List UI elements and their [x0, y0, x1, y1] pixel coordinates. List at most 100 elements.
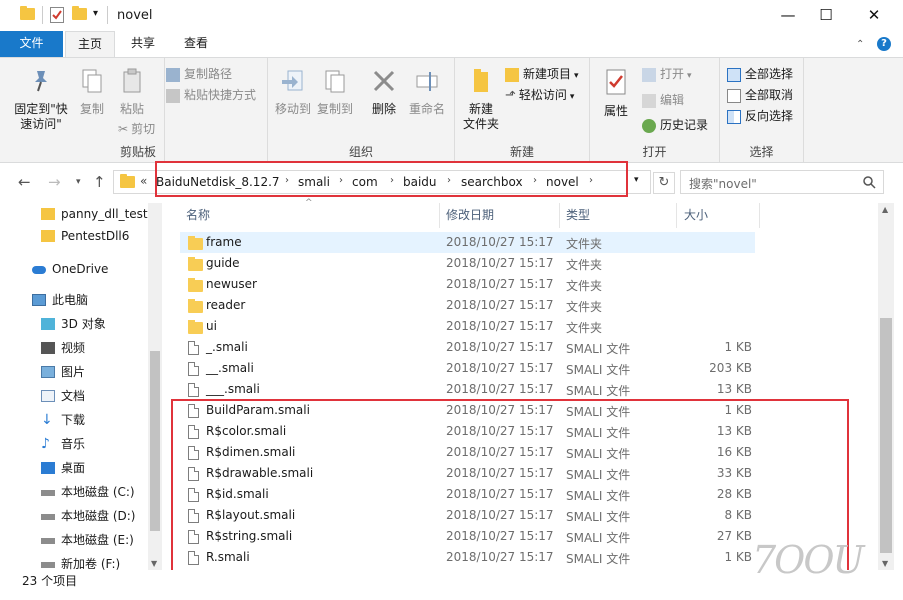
navigation-pane: panny_dll_test PentestDll6 OneDrive 此电脑 … — [0, 203, 163, 571]
history-button[interactable]: 历史记录 — [642, 115, 708, 135]
column-header-name[interactable]: 名称 — [186, 203, 210, 228]
file-list-scrollbar[interactable]: ▲ ▼ — [878, 203, 894, 570]
column-divider[interactable] — [439, 203, 440, 228]
close-button[interactable]: ✕ — [851, 0, 897, 31]
column-header-date[interactable]: 修改日期 — [446, 203, 494, 228]
nav-item-label: PentestDll6 — [61, 229, 130, 243]
file-row[interactable]: guide 2018/10/27 15:17 文件夹 — [180, 253, 755, 274]
move-to-label: 移动到 — [274, 102, 311, 116]
scroll-down-icon[interactable]: ▼ — [151, 559, 157, 568]
nav-item-label: 本地磁盘 (E:) — [61, 533, 134, 547]
clipboard-group-label: 剪贴板 — [119, 145, 156, 159]
file-row[interactable]: ___.smali 2018/10/27 15:17 SMALI 文件 13 KB — [180, 379, 755, 400]
invert-selection-button[interactable]: 反向选择 — [727, 106, 793, 126]
easy-access-button[interactable]: ⬏ 轻松访问 ▾ — [505, 85, 574, 105]
dropdown-icon: ▾ — [687, 71, 692, 81]
dropdown-icon: ▾ — [574, 71, 579, 81]
column-divider[interactable] — [759, 203, 760, 228]
tab-view[interactable]: 查看 — [171, 31, 221, 57]
invert-selection-icon — [727, 109, 741, 124]
new-folder-quick-icon[interactable] — [72, 6, 87, 20]
new-item-label: 新建项目 — [523, 67, 572, 81]
file-type: SMALI 文件 — [566, 363, 631, 377]
properties-quick-icon[interactable] — [50, 7, 64, 23]
drive-icon — [41, 562, 55, 568]
file-row[interactable]: newuser 2018/10/27 15:17 文件夹 — [180, 274, 755, 295]
address-dropdown-icon[interactable]: ▾ — [634, 175, 639, 185]
select-all-icon — [727, 67, 741, 82]
search-input[interactable]: 搜索"novel" — [680, 170, 884, 194]
maximize-button[interactable]: ☐ — [803, 0, 849, 31]
column-divider[interactable] — [676, 203, 677, 228]
properties-button[interactable]: 属性 — [594, 68, 638, 119]
rename-button[interactable]: 重命名 — [406, 68, 448, 117]
copy-to-label: 复制到 — [316, 102, 353, 116]
file-icon — [188, 383, 199, 397]
file-date: 2018/10/27 15:17 — [446, 361, 554, 375]
select-all-label: 全部选择 — [745, 67, 794, 81]
refresh-button[interactable]: ↻ — [653, 172, 675, 194]
open-group-label: 打开 — [642, 145, 667, 159]
tab-file[interactable]: 文件 — [0, 31, 63, 57]
customize-quick-access-icon[interactable]: ▾ — [93, 8, 98, 19]
delete-label: 删除 — [371, 102, 396, 116]
collapse-ribbon-icon[interactable]: ⌃ — [856, 39, 864, 50]
forward-button[interactable]: → — [48, 173, 61, 191]
picture-icon — [41, 366, 55, 378]
title-bar: ▾ novel — ☐ ✕ — [0, 0, 903, 31]
up-button[interactable]: ↑ — [93, 173, 106, 191]
folder-icon — [188, 278, 203, 292]
tab-home[interactable]: 主页 — [65, 31, 115, 58]
open-button[interactable]: 打开 ▾ — [642, 64, 692, 84]
edit-icon — [642, 93, 656, 108]
tab-share[interactable]: 共享 — [118, 31, 168, 57]
folder-icon — [41, 208, 55, 220]
move-to-button[interactable]: 移动到 — [274, 68, 312, 117]
select-none-button[interactable]: 全部取消 — [727, 85, 793, 105]
document-icon — [41, 390, 55, 402]
nav-item-label: 本地磁盘 (C:) — [61, 485, 135, 499]
column-header-type[interactable]: 类型 — [566, 203, 590, 228]
nav-item-label: 桌面 — [61, 461, 86, 475]
folder-icon — [188, 320, 203, 334]
file-scroll-thumb[interactable] — [880, 318, 892, 553]
copy-to-icon — [325, 70, 345, 93]
recent-locations-icon[interactable]: ▾ — [76, 177, 81, 187]
edit-button[interactable]: 编辑 — [642, 90, 684, 110]
back-button[interactable]: ← — [18, 173, 31, 191]
cube-icon — [41, 318, 55, 330]
scroll-down-icon[interactable]: ▼ — [882, 559, 888, 568]
move-to-icon — [282, 70, 303, 91]
invert-selection-label: 反向选择 — [745, 109, 794, 123]
file-type: 文件夹 — [566, 258, 603, 272]
delete-button[interactable]: 删除 — [366, 68, 402, 117]
folder-icon — [188, 236, 203, 250]
file-row[interactable]: ui 2018/10/27 15:17 文件夹 — [180, 316, 755, 337]
file-row[interactable]: reader 2018/10/27 15:17 文件夹 — [180, 295, 755, 316]
file-row[interactable]: __.smali 2018/10/27 15:17 SMALI 文件 203 KB — [180, 358, 755, 379]
files-highlight-box — [171, 399, 849, 580]
select-all-button[interactable]: 全部选择 — [727, 64, 793, 84]
open-label: 打开 — [660, 67, 685, 81]
nav-item-label: 此电脑 — [52, 293, 89, 307]
scroll-up-icon[interactable]: ▲ — [882, 205, 888, 214]
nav-item-label: 下载 — [61, 413, 86, 427]
select-none-label: 全部取消 — [745, 88, 794, 102]
folder-icon — [188, 257, 203, 271]
help-icon[interactable]: ? — [877, 37, 891, 51]
sort-ascending-icon: ^ — [305, 198, 313, 208]
new-folder-button[interactable]: 新建 文件夹 — [459, 66, 503, 132]
file-row[interactable]: _.smali 2018/10/27 15:17 SMALI 文件 1 KB — [180, 337, 755, 358]
address-overflow[interactable]: « — [140, 174, 147, 188]
easy-access-icon: ⬏ — [505, 88, 516, 103]
file-name: guide — [206, 256, 240, 270]
copy-to-button[interactable]: 复制到 — [316, 68, 354, 117]
new-group: 新建 文件夹 新建项目 ▾ ⬏ 轻松访问 ▾ 新建 — [455, 58, 590, 162]
column-header-size[interactable]: 大小 — [684, 203, 708, 228]
nav-scrollbar[interactable]: ▼ — [148, 203, 162, 570]
new-item-button[interactable]: 新建项目 ▾ — [505, 64, 579, 84]
column-divider[interactable] — [559, 203, 560, 228]
file-row[interactable]: frame 2018/10/27 15:17 文件夹 — [180, 232, 755, 253]
history-label: 历史记录 — [660, 118, 709, 132]
nav-scroll-thumb[interactable] — [150, 351, 160, 531]
